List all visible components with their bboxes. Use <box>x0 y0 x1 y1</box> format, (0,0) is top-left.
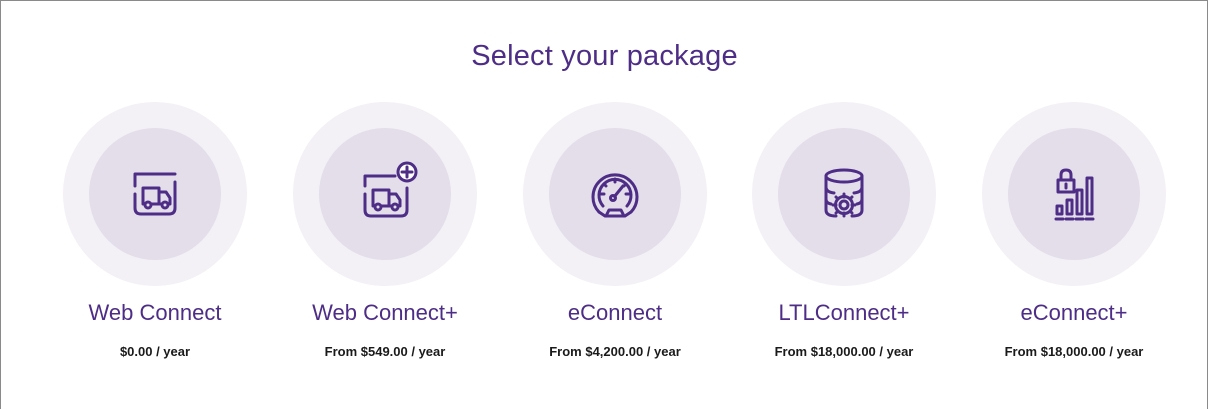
speedometer-icon <box>591 173 639 218</box>
package-web-connect[interactable]: Web Connect $0.00 / year <box>60 102 250 372</box>
package-name: Web Connect <box>88 300 222 325</box>
database-gear-icon <box>824 168 864 218</box>
page-title: Select your package <box>471 40 738 72</box>
package-price: From $4,200.00 / year <box>549 344 681 359</box>
package-icon-outer-circle <box>982 102 1166 286</box>
package-icon-outer-circle <box>293 102 477 286</box>
package-econnect[interactable]: eConnect From $4,200.00 / year <box>520 102 710 372</box>
package-name: Web Connect+ <box>312 300 458 325</box>
package-ltlconnect-plus[interactable]: LTLConnect+ From $18,000.00 / year <box>749 102 939 372</box>
package-icon-inner-circle <box>319 128 451 260</box>
lock-bar-chart-icon <box>1054 168 1095 221</box>
package-name: LTLConnect+ <box>778 300 910 325</box>
truck-plus-icon <box>363 161 418 218</box>
package-web-connect-plus[interactable]: Web Connect+ From $549.00 / year <box>290 102 480 372</box>
package-price: From $18,000.00 / year <box>1004 344 1144 359</box>
package-price: $0.00 / year <box>119 344 191 359</box>
package-price: From $549.00 / year <box>324 344 446 359</box>
package-icon-inner-circle <box>1008 128 1140 260</box>
package-name: eConnect+ <box>1020 300 1128 325</box>
package-icon-outer-circle <box>752 102 936 286</box>
package-econnect-plus[interactable]: eConnect+ From $18,000.00 / year <box>979 102 1169 372</box>
truck-icon <box>133 172 177 216</box>
package-icon-inner-circle <box>89 128 221 260</box>
package-price: From $18,000.00 / year <box>774 344 914 359</box>
package-icon-outer-circle <box>523 102 707 286</box>
package-icon-inner-circle <box>549 128 681 260</box>
package-icon-inner-circle <box>778 128 910 260</box>
package-name: eConnect <box>567 300 663 325</box>
package-icon-outer-circle <box>63 102 247 286</box>
